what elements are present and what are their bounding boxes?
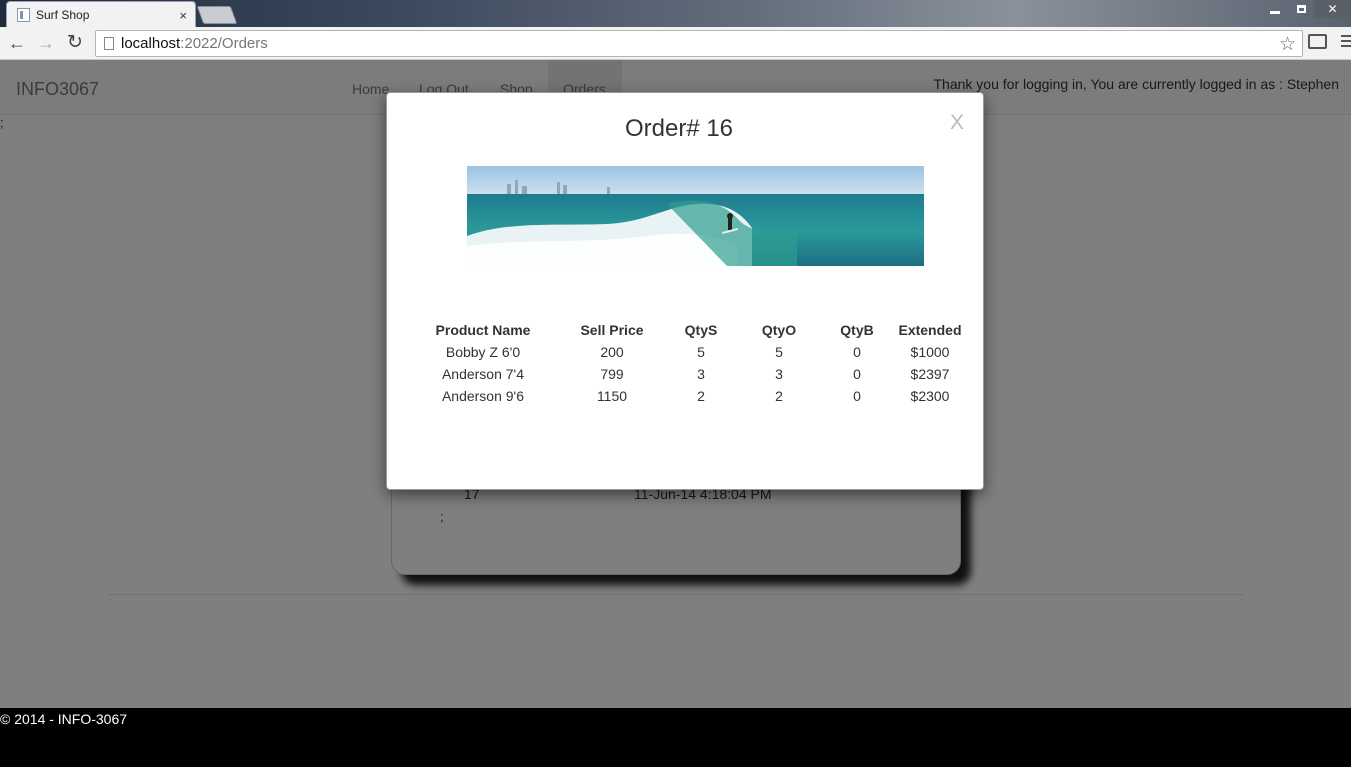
table-cell: 3: [697, 366, 705, 382]
page-icon: [104, 37, 114, 50]
surfer-wave-picture: [467, 166, 924, 266]
column-header: QtyO: [761, 322, 797, 338]
menu-icon[interactable]: [1341, 35, 1351, 50]
maximize-button[interactable]: [1288, 0, 1314, 18]
table-cell: 3: [775, 366, 783, 382]
tab-close-icon[interactable]: ×: [179, 8, 187, 23]
url-host: localhost: [121, 35, 181, 52]
table-cell: 0: [853, 344, 861, 360]
column-header: QtyB: [840, 322, 874, 338]
new-tab-button[interactable]: [196, 6, 238, 24]
back-arrow-icon[interactable]: ←: [6, 33, 28, 53]
bookmark-star-icon[interactable]: ☆: [1279, 33, 1296, 56]
column-header: QtyS: [684, 322, 718, 338]
table-row: Anderson 9'6 1150 2 2 0 $2300: [387, 385, 985, 407]
table-cell: Anderson 7'4: [441, 366, 525, 382]
footer: © 2014 - INFO-3067: [0, 708, 1351, 767]
table-cell: 1150: [596, 388, 628, 404]
reload-icon[interactable]: ↻: [64, 33, 86, 53]
table-cell: $2300: [910, 388, 950, 404]
table-cell: 5: [697, 344, 705, 360]
forward-arrow-icon[interactable]: →: [35, 33, 57, 53]
column-header: Product Name: [435, 322, 531, 338]
maximize-icon: [1296, 5, 1306, 13]
table-cell: 0: [853, 388, 861, 404]
surf-banner-image: [467, 166, 924, 266]
table-cell: Anderson 9'6: [441, 388, 525, 404]
tab-title: Surf Shop: [36, 8, 90, 22]
table-cell: 2: [697, 388, 705, 404]
order-details-modal: Order# 16 X Product Name Sell Price QtyS…: [386, 92, 984, 490]
table-header-row: Product Name Sell Price QtyS QtyO QtyB E…: [387, 319, 985, 341]
table-row: Bobby Z 6'0 200 5 5 0 $1000: [387, 341, 985, 363]
window-close-button[interactable]: ✕: [1314, 0, 1351, 18]
browser-titlebar: Surf Shop × ✕: [0, 0, 1351, 28]
table-cell: 200: [600, 344, 624, 360]
table-cell: $2397: [910, 366, 950, 382]
table-cell: $1000: [910, 344, 950, 360]
cast-icon[interactable]: [1308, 34, 1327, 49]
modal-title: Order# 16: [624, 115, 734, 142]
table-cell: Bobby Z 6'0: [445, 344, 521, 360]
column-header: Extended: [898, 322, 962, 338]
order-items-table: Product Name Sell Price QtyS QtyO QtyB E…: [387, 319, 985, 407]
url-path: :2022/Orders: [180, 35, 268, 52]
table-cell: 2: [775, 388, 783, 404]
column-header: Sell Price: [580, 322, 644, 338]
footer-copyright: © 2014 - INFO-3067: [0, 711, 128, 727]
minimize-icon: [1270, 10, 1280, 14]
minimize-button[interactable]: [1262, 0, 1288, 18]
browser-toolbar: ← → ↻ localhost:2022/Orders ☆: [0, 27, 1351, 60]
address-bar[interactable]: localhost:2022/Orders ☆: [95, 30, 1303, 57]
table-cell: 799: [600, 366, 624, 382]
table-cell: 0: [853, 366, 861, 382]
modal-close-button[interactable]: X: [950, 111, 964, 135]
table-cell: 5: [775, 344, 783, 360]
favicon-icon: [17, 8, 30, 22]
table-row: Anderson 7'4 799 3 3 0 $2397: [387, 363, 985, 385]
browser-tab-surf-shop[interactable]: Surf Shop ×: [6, 1, 196, 28]
